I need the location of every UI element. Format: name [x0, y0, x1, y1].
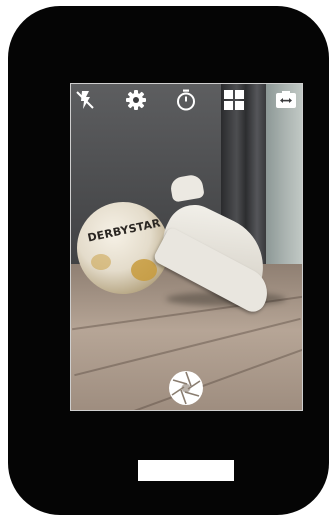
camera-viewfinder[interactable]: DERBYSTAR [70, 83, 303, 411]
home-indicator[interactable] [138, 460, 234, 481]
aperture-icon [169, 371, 203, 405]
camera-top-controls [71, 84, 302, 116]
preview-photo: DERBYSTAR [71, 84, 302, 410]
timer-button[interactable] [174, 88, 198, 112]
shutter-button[interactable] [167, 369, 205, 407]
switch-camera-button[interactable] [274, 88, 298, 112]
switch-camera-icon [276, 91, 296, 108]
grid-button[interactable] [222, 88, 246, 112]
grid-icon [224, 90, 244, 110]
photo-ball [77, 202, 169, 294]
settings-button[interactable] [124, 88, 148, 112]
flash-off-icon [76, 91, 94, 109]
timer-icon [177, 89, 195, 111]
ball-panel [91, 254, 111, 270]
gear-icon [126, 90, 146, 110]
phone-device: DERBYSTAR [8, 6, 329, 515]
flash-toggle-button[interactable] [73, 88, 97, 112]
ball-panel [131, 259, 157, 281]
